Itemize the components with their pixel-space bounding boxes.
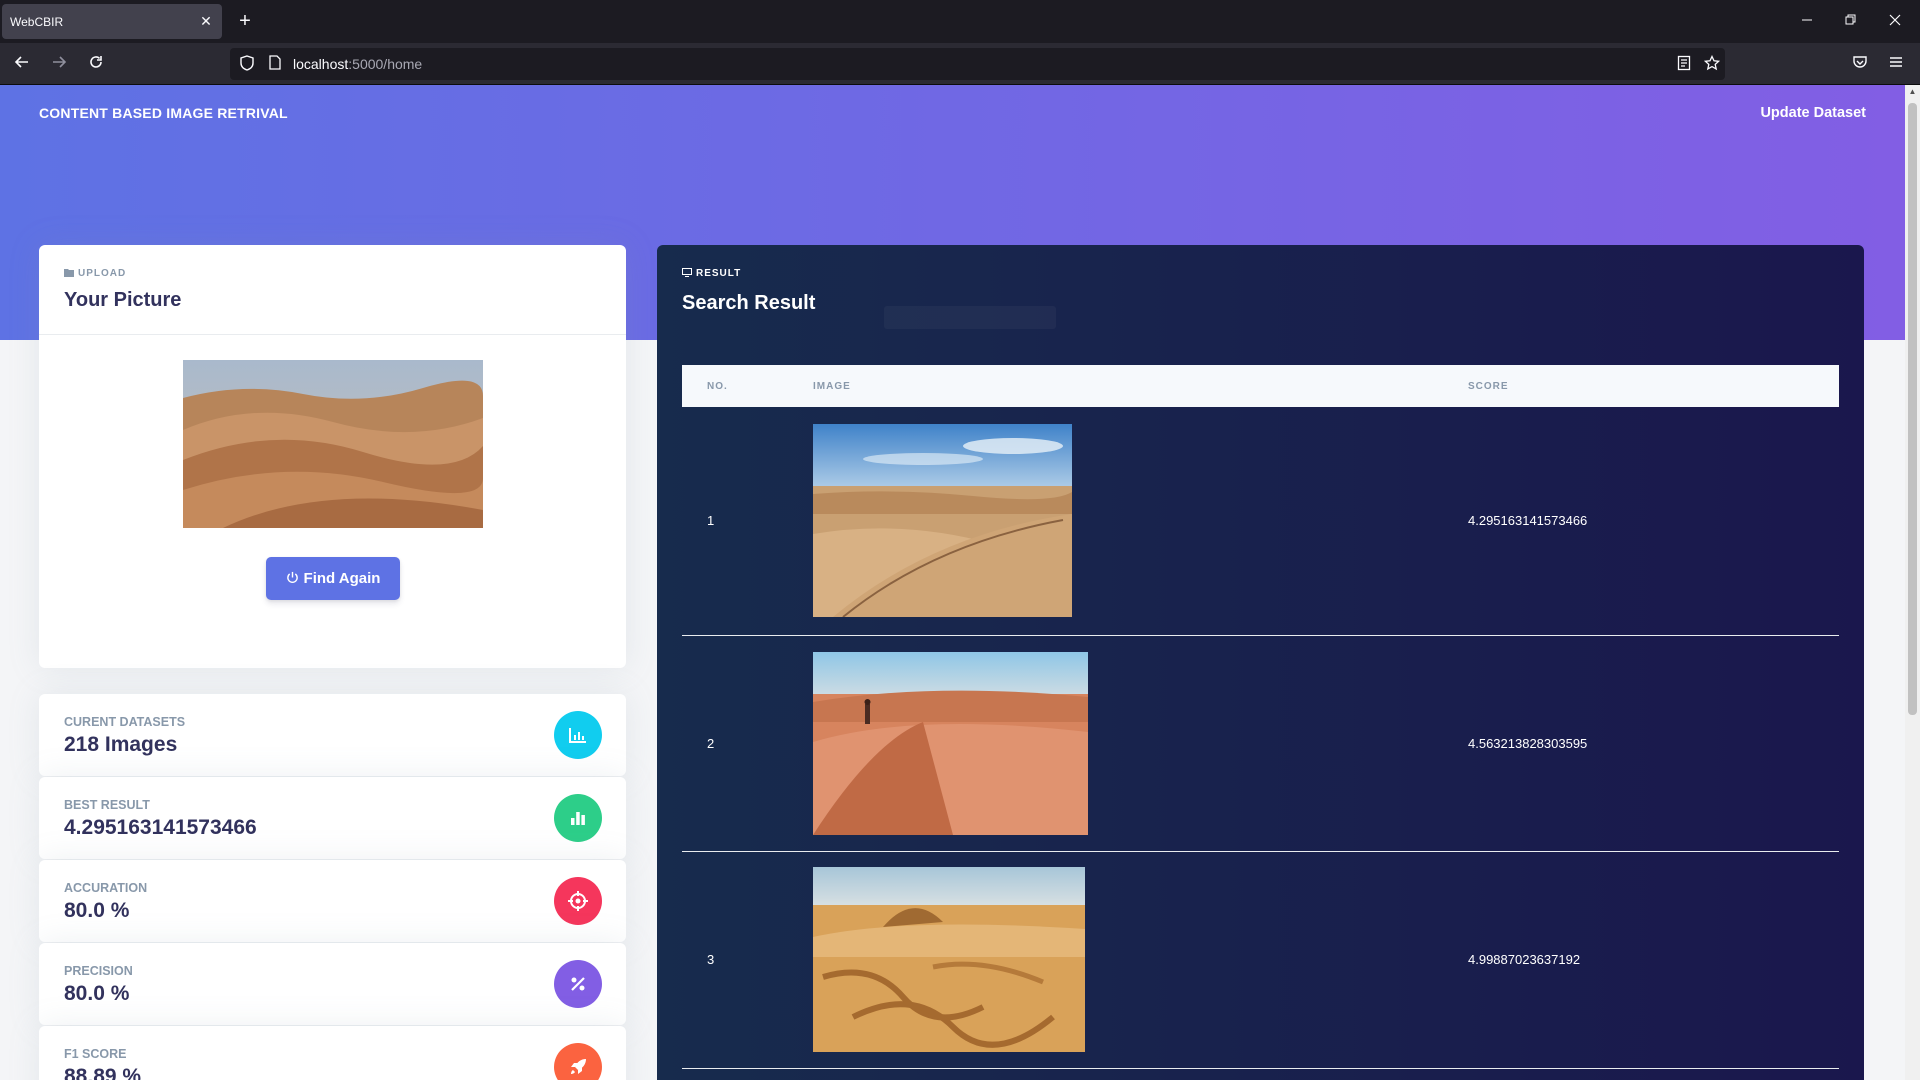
scroll-up-icon[interactable]: ▲: [1908, 87, 1917, 97]
result-eyebrow-text: RESULT: [696, 268, 742, 279]
stat-label: PRECISION: [64, 964, 133, 978]
upload-title: Your Picture: [64, 289, 182, 311]
new-tab-button[interactable]: +: [234, 10, 256, 32]
result-image[interactable]: [813, 651, 1088, 835]
column-header-no: NO.: [707, 380, 728, 392]
scrollbar-thumb[interactable]: [1908, 103, 1917, 715]
row-image-cell: [813, 635, 1468, 852]
find-again-button[interactable]: Find Again: [266, 557, 400, 600]
browser-navbar: localhost:5000/home: [0, 43, 1920, 85]
percent-icon: [554, 960, 602, 1008]
chart-bar-icon: [554, 711, 602, 759]
url-host: localhost: [293, 56, 349, 72]
row-score: 4.563213828303595: [1468, 635, 1839, 852]
row-score: 4.99887023637192: [1468, 851, 1839, 1069]
rocket-icon: [554, 1043, 602, 1080]
result-image[interactable]: [813, 424, 1072, 618]
minimize-icon[interactable]: [1795, 10, 1819, 32]
back-icon[interactable]: [10, 52, 34, 76]
address-bar[interactable]: localhost:5000/home: [230, 48, 1725, 80]
row-number: 1: [682, 407, 813, 636]
row-image-cell: [813, 851, 1468, 1069]
shield-icon[interactable]: [238, 55, 256, 73]
upload-card: UPLOAD Your Picture Find Again: [39, 245, 626, 668]
column-header-score: SCORE: [1468, 380, 1509, 392]
upload-eyebrow: UPLOAD: [64, 268, 126, 279]
stat-value: 88.89 %: [64, 1065, 142, 1080]
bookmark-star-icon[interactable]: [1703, 54, 1721, 73]
table-row: 2 4.563213828303595: [682, 635, 1839, 852]
menu-icon[interactable]: [1884, 52, 1908, 76]
stat-label: BEST RESULT: [64, 798, 150, 812]
stat-value: 218 Images: [64, 733, 178, 756]
page-viewport: CONTENT BASED IMAGE RETRIVAL Update Data…: [0, 85, 1905, 1080]
find-again-label: Find Again: [303, 570, 381, 587]
row-number: 2: [682, 635, 813, 852]
stat-card-datasets: CURENT DATASETS 218 Images: [39, 694, 626, 776]
browser-tabbar: WebCBIR ✕ +: [0, 0, 1920, 43]
stat-value: 80.0 %: [64, 982, 130, 1005]
folder-icon: [64, 269, 74, 277]
monitor-icon: [682, 268, 692, 277]
restore-icon[interactable]: [1839, 10, 1863, 32]
reader-view-icon[interactable]: [1675, 55, 1693, 73]
column-header-image: IMAGE: [813, 380, 851, 392]
pocket-icon[interactable]: [1848, 52, 1872, 76]
stat-label: ACCURATION: [64, 881, 148, 895]
table-header-row: NO. IMAGE SCORE: [682, 365, 1839, 407]
navbar-brand[interactable]: CONTENT BASED IMAGE RETRIVAL: [39, 105, 288, 121]
ghost-placeholder: [884, 306, 1056, 329]
stat-value: 4.295163141573466: [64, 816, 257, 839]
url-text[interactable]: localhost:5000/home: [293, 56, 422, 72]
power-icon: [286, 571, 299, 587]
crosshairs-icon: [554, 877, 602, 925]
row-image-cell: [813, 407, 1468, 636]
reload-icon[interactable]: [84, 52, 108, 76]
table-row: 1 4.295163141573466: [682, 407, 1839, 636]
query-image: [183, 360, 483, 528]
update-dataset-link[interactable]: Update Dataset: [1760, 105, 1866, 121]
browser-tab[interactable]: WebCBIR ✕: [2, 4, 222, 39]
row-number: 3: [682, 851, 813, 1069]
stat-value: 80.0 %: [64, 899, 130, 922]
upload-card-header: UPLOAD Your Picture: [39, 245, 626, 335]
results-table: NO. IMAGE SCORE 1 4.295163141573466 2 4.…: [682, 365, 1839, 1069]
result-card: RESULT Search Result NO. IMAGE SCORE 1 4…: [657, 245, 1864, 1080]
stat-card-accuration: ACCURATION 80.0 %: [39, 860, 626, 942]
tab-close-icon[interactable]: ✕: [198, 13, 214, 29]
page-icon[interactable]: [266, 55, 284, 73]
upload-eyebrow-text: UPLOAD: [78, 268, 127, 279]
stat-card-best-result: BEST RESULT 4.295163141573466: [39, 777, 626, 859]
stat-label: CURENT DATASETS: [64, 715, 186, 729]
page-scrollbar[interactable]: ▲: [1905, 85, 1920, 1080]
stat-card-f1-score: F1 SCORE 88.89 %: [39, 1026, 626, 1080]
bar-chart-icon: [554, 794, 602, 842]
result-title: Search Result: [682, 292, 816, 314]
table-row: 3 4.99887023637192: [682, 851, 1839, 1069]
stat-label: F1 SCORE: [64, 1047, 127, 1061]
forward-icon[interactable]: [47, 52, 71, 76]
url-path: :5000/home: [348, 56, 423, 72]
row-score: 4.295163141573466: [1468, 407, 1839, 636]
result-eyebrow: RESULT: [682, 268, 741, 279]
stat-card-precision: PRECISION 80.0 %: [39, 943, 626, 1025]
close-window-icon[interactable]: [1883, 10, 1907, 32]
tab-title: WebCBIR: [10, 14, 64, 29]
result-image[interactable]: [813, 867, 1085, 1052]
